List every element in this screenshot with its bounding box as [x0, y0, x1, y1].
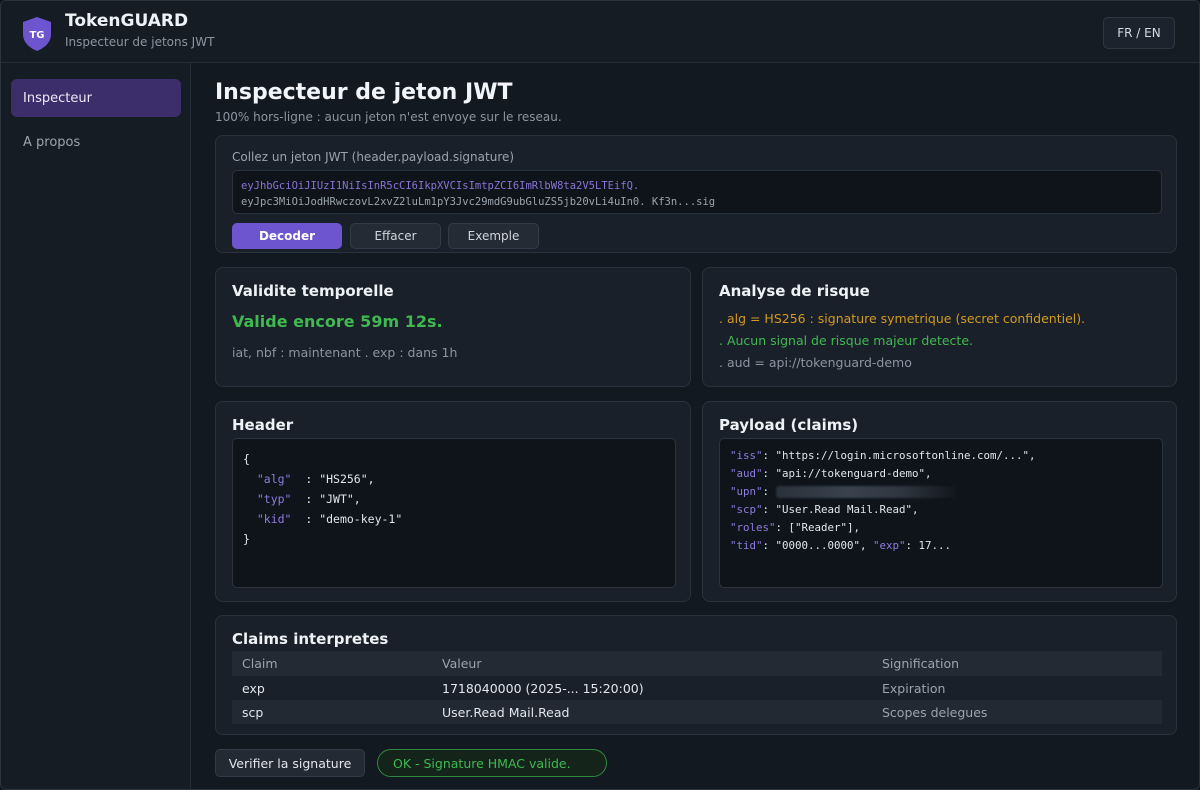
risk-item-warning: . alg = HS256 : signature symetrique (se…	[719, 311, 1086, 326]
sidebar: Inspecteur A propos	[1, 63, 191, 789]
sidebar-item-label: Inspecteur	[23, 90, 92, 106]
json-key: "typ"	[256, 492, 292, 506]
header-card: Header { "alg" : "HS256", "typ" : "JWT",…	[215, 401, 691, 602]
header-title: Header	[232, 416, 294, 434]
table-row: scp User.Read Mail.Read Scopes delegues	[232, 700, 1162, 724]
json-value: : ["Reader"],	[775, 521, 861, 534]
json-key: "aud"	[730, 467, 763, 480]
table-header-row: Claim Valeur Signification	[232, 651, 1162, 676]
claim-meaning: Scopes delegues	[872, 700, 1162, 724]
risk-title: Analyse de risque	[719, 282, 870, 300]
json-close-brace: }	[243, 532, 250, 546]
validity-status: Valide encore 59m 12s.	[232, 312, 443, 331]
claims-title: Claims interpretes	[232, 630, 389, 648]
top-bar: TG TokenGUARD Inspecteur de jetons JWT F…	[1, 1, 1199, 63]
sidebar-item-label: A propos	[23, 134, 81, 150]
json-key: "tid"	[730, 539, 763, 552]
app-title: TokenGUARD	[65, 11, 189, 31]
validity-title: Validite temporelle	[232, 282, 394, 300]
logo-text: TG	[29, 30, 44, 41]
json-key: "roles"	[730, 521, 776, 534]
table-row: exp 1718040000 (2025-... 15:20:00) Expir…	[232, 676, 1162, 700]
json-value: : "https://login.microsoftonline.com/...…	[762, 449, 1036, 462]
app-subtitle: Inspecteur de jetons JWT	[65, 35, 215, 49]
claim-meaning: Expiration	[882, 680, 946, 696]
payload-title: Payload (claims)	[719, 416, 859, 434]
page-subtitle: 100% hors-ligne : aucun jeton n'est envo…	[215, 110, 562, 124]
json-key: "exp"	[873, 539, 906, 552]
json-key: "scp"	[730, 503, 763, 516]
payload-card: Payload (claims) "iss": "https://login.m…	[702, 401, 1177, 602]
header-json-view: { "alg" : "HS256", "typ" : "JWT", "kid" …	[232, 438, 676, 588]
json-key: "alg"	[256, 472, 292, 486]
json-value: : 17...	[905, 539, 952, 552]
decode-button[interactable]: Decoder	[232, 223, 342, 249]
risk-card: Analyse de risque . alg = HS256 : signat…	[702, 267, 1177, 387]
claim-name: scp	[232, 700, 432, 724]
json-value: : "User.Read Mail.Read",	[762, 503, 919, 516]
page-title: Inspecteur de jeton JWT	[215, 80, 513, 105]
clear-button[interactable]: Effacer	[350, 223, 441, 249]
language-toggle-button[interactable]: FR / EN	[1103, 17, 1175, 49]
sidebar-item-inspecteur[interactable]: Inspecteur	[11, 79, 181, 117]
json-key: "kid"	[256, 512, 292, 526]
claim-name: exp	[242, 680, 265, 696]
token-input-card: Collez un jeton JWT (header.payload.sign…	[215, 135, 1177, 253]
signature-result-badge: OK - Signature HMAC valide.	[377, 749, 607, 777]
app-window: TG TokenGUARD Inspecteur de jetons JWT F…	[0, 0, 1200, 790]
token-input[interactable]: eyJhbGciOiJIUzI1NiIsInR5cCI6IkpXVCIsImtp…	[232, 170, 1162, 214]
json-value: : "0000...0000",	[762, 539, 874, 552]
column-header-meaning: Signification	[872, 651, 1162, 676]
token-header-segment: eyJhbGciOiJIUzI1NiIsInR5cCI6IkpXVCIsImtp…	[241, 180, 640, 192]
risk-item-info: . aud = api://tokenguard-demo	[719, 355, 912, 370]
claims-table: Claim Valeur Signification exp 171804000…	[232, 651, 1162, 724]
claim-value: 1718040000 (2025-... 15:20:00)	[442, 680, 644, 696]
token-input-label: Collez un jeton JWT (header.payload.sign…	[232, 150, 515, 164]
json-key: "upn"	[730, 485, 763, 498]
json-open-brace: {	[243, 452, 250, 466]
json-key: "iss"	[730, 449, 763, 462]
json-value: : "demo-key-1"	[305, 512, 403, 526]
validity-detail: iat, nbf : maintenant . exp : dans 1h	[232, 345, 458, 360]
json-value: :	[762, 485, 770, 498]
sidebar-item-a-propos[interactable]: A propos	[11, 123, 181, 161]
json-value: : "api://tokenguard-demo",	[762, 467, 932, 480]
column-header-value: Valeur	[432, 651, 872, 676]
token-payload-segment: eyJpc3MiOiJodHRwczovL2xvZ2luLm1pY3Jvc29m…	[241, 196, 716, 208]
shield-logo-icon: TG	[21, 16, 53, 52]
verify-signature-button[interactable]: Verifier la signature	[215, 749, 365, 777]
column-header-claim: Claim	[232, 651, 432, 676]
claim-value: User.Read Mail.Read	[432, 700, 872, 724]
payload-json-view: "iss": "https://login.microsoftonline.co…	[719, 438, 1163, 588]
example-button[interactable]: Exemple	[448, 223, 539, 249]
json-value: : "JWT",	[305, 492, 361, 506]
json-value: : "HS256",	[305, 472, 375, 486]
risk-item-ok: . Aucun signal de risque majeur detecte.	[719, 333, 973, 348]
validity-card: Validite temporelle Valide encore 59m 12…	[215, 267, 691, 387]
redacted-upn-value	[775, 486, 956, 498]
claims-card: Claims interpretes Claim Valeur Signific…	[215, 615, 1177, 735]
